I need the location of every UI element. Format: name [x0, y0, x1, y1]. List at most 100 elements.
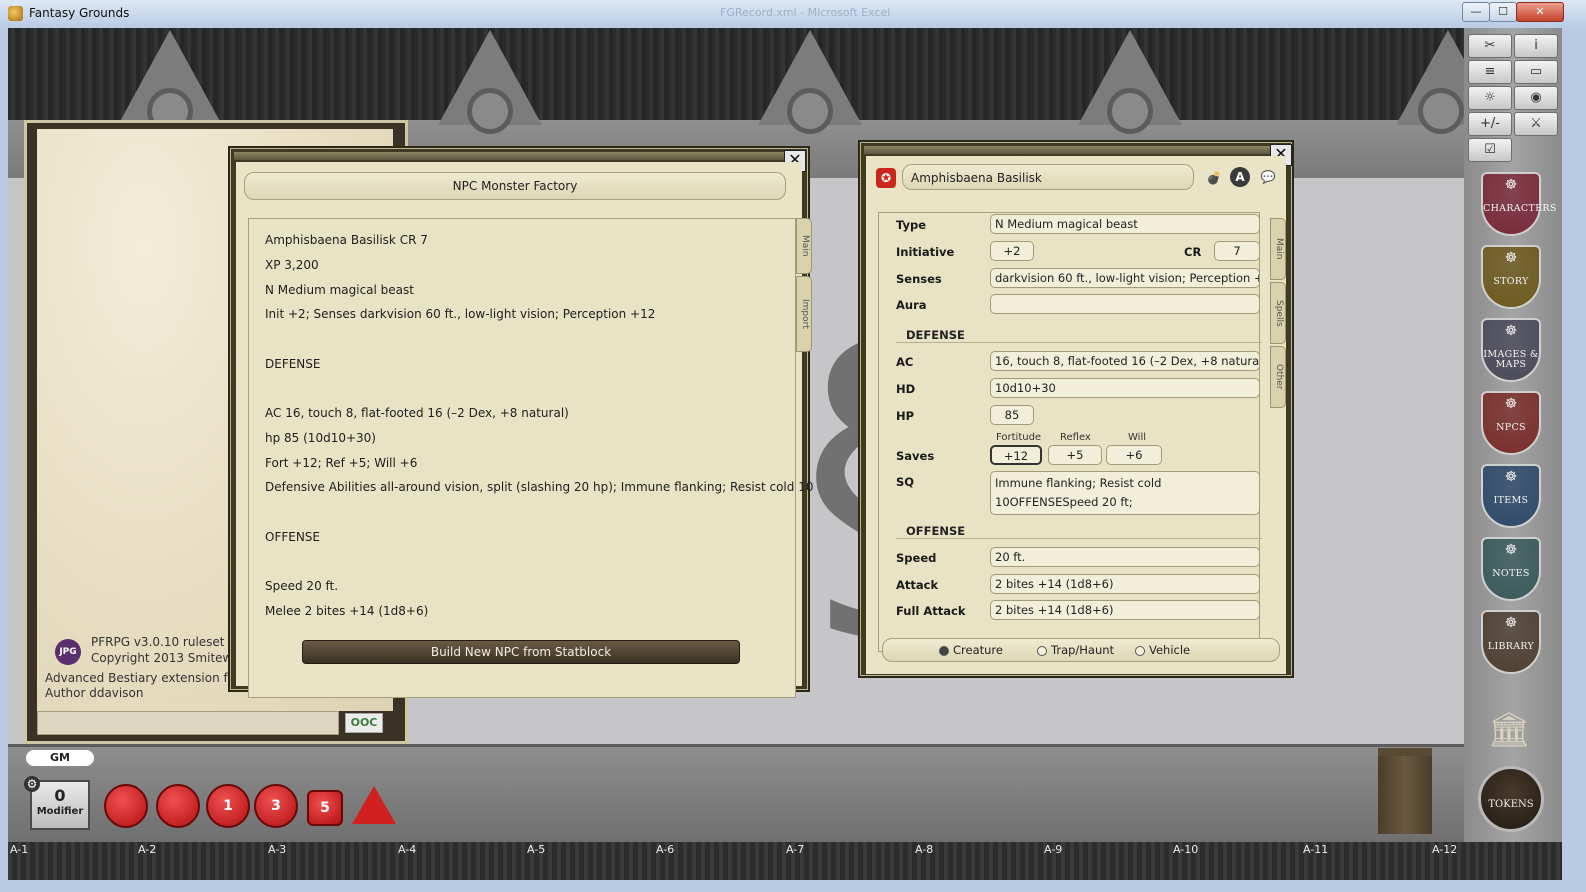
minimize-button[interactable]: —: [1462, 2, 1490, 22]
hotkey-label[interactable]: A-5: [527, 843, 545, 856]
statblock-line: Init +2; Senses darkvision 60 ft., low-l…: [265, 307, 656, 321]
sun-emblem-icon: [787, 88, 833, 134]
checklist-button[interactable]: ☑: [1468, 138, 1512, 162]
statblock-line: Fort +12; Ref +5; Will +6: [265, 456, 418, 470]
build-npc-button[interactable]: Build New NPC from Statblock: [302, 640, 740, 664]
notes-button[interactable]: Notes: [1481, 537, 1541, 601]
gear-icon[interactable]: ⚙: [24, 776, 40, 792]
will-label: Will: [1128, 432, 1147, 443]
tab-main[interactable]: Main: [1270, 218, 1286, 280]
chat-message: Advanced Bestiary extension for F: [45, 671, 251, 685]
window-drag-bar[interactable]: [234, 152, 804, 160]
window-frame-left: [0, 28, 8, 892]
chat-input[interactable]: [37, 711, 339, 735]
window-title: Fantasy Grounds: [29, 6, 130, 20]
hd-field[interactable]: 10d10+30: [990, 378, 1260, 398]
top-stone-border: [8, 28, 1464, 128]
will-field[interactable]: +6: [1106, 445, 1162, 465]
fortitude-field[interactable]: +12: [990, 445, 1042, 465]
d10-die-icon[interactable]: 1: [206, 784, 250, 828]
fortitude-label: Fortitude: [996, 432, 1042, 443]
d8-die-icon[interactable]: 3: [254, 784, 298, 828]
npc-token-icon[interactable]: ✪: [876, 168, 896, 188]
hotkey-label[interactable]: A-11: [1303, 843, 1328, 856]
cr-field[interactable]: 7: [1214, 241, 1260, 261]
window-drag-bar[interactable]: [864, 146, 1288, 154]
radio-label: Vehicle: [1149, 643, 1191, 657]
statblock-line: OFFENSE: [265, 530, 321, 544]
npc-record-window[interactable]: ✕ ✪ Amphisbaena Basilisk 💣 A 💬 Main Spel…: [858, 140, 1294, 678]
statblock-text-area[interactable]: Amphisbaena Basilisk CR 7 XP 3,200 N Med…: [248, 218, 813, 698]
gm-identity-label[interactable]: GM: [26, 750, 94, 766]
radio-trap-haunt[interactable]: Trap/Haunt: [1037, 643, 1114, 657]
hp-field[interactable]: 85: [990, 405, 1034, 425]
statblock-line: Defensive Abilities all-around vision, s…: [265, 480, 814, 494]
hotkey-label[interactable]: A-3: [268, 843, 286, 856]
hotkey-label[interactable]: A-2: [138, 843, 156, 856]
ac-field[interactable]: 16, touch 8, flat-footed 16 (–2 Dex, +8 …: [990, 351, 1260, 371]
npc-name-field[interactable]: Amphisbaena Basilisk: [902, 164, 1194, 190]
images-maps-button[interactable]: Images & Maps: [1481, 318, 1541, 382]
npcs-button[interactable]: NPCs: [1481, 391, 1541, 455]
npc-monster-factory-window[interactable]: ✕ NPC Monster Factory Amphisbaena Basili…: [228, 146, 813, 698]
hotkey-bar[interactable]: [8, 842, 1562, 882]
hotkey-label[interactable]: A-7: [786, 843, 804, 856]
full-attack-field[interactable]: 2 bites +14 (1d8+6): [990, 600, 1260, 620]
type-label: Type: [896, 218, 927, 232]
radio-dot-icon: [1037, 645, 1047, 656]
characters-button[interactable]: Characters: [1481, 172, 1556, 236]
hotkey-label[interactable]: A-8: [915, 843, 933, 856]
radio-dot-icon: [939, 645, 949, 656]
combat-tracker-button[interactable]: ⚔: [1514, 112, 1558, 136]
sq-field[interactable]: Immune flanking; Resist cold 10OFFENSESp…: [990, 471, 1260, 515]
close-window-button[interactable]: ✕: [1516, 2, 1564, 22]
aura-field[interactable]: [990, 294, 1260, 314]
ooc-toggle-button[interactable]: OOC: [345, 713, 383, 733]
effects-button[interactable]: ◉: [1514, 86, 1558, 110]
d6-die-icon[interactable]: 5: [307, 790, 343, 826]
lighting-button[interactable]: ☼: [1468, 86, 1512, 110]
sq-label: SQ: [896, 475, 915, 489]
tools-button[interactable]: ✂: [1468, 34, 1512, 58]
temple-icon[interactable]: 🏛: [1482, 708, 1536, 752]
speed-field[interactable]: 20 ft.: [990, 547, 1260, 567]
attack-field[interactable]: 2 bites +14 (1d8+6): [990, 574, 1260, 594]
dice-tower-icon[interactable]: [1378, 748, 1432, 834]
d8-die-label: 3: [271, 798, 281, 814]
reflex-field[interactable]: +5: [1048, 445, 1102, 465]
type-field[interactable]: N Medium magical beast: [990, 214, 1260, 234]
modifier-value: 0: [54, 786, 66, 805]
bomb-icon[interactable]: 💣: [1204, 168, 1224, 188]
list-button[interactable]: ≡: [1468, 60, 1512, 84]
senses-field[interactable]: darkvision 60 ft., low-light vision; Per…: [990, 268, 1260, 288]
initiative-field[interactable]: +2: [990, 241, 1034, 261]
hotkey-label[interactable]: A-10: [1173, 843, 1198, 856]
card-button[interactable]: ▭: [1514, 60, 1558, 84]
speech-bubble-icon[interactable]: 💬: [1258, 167, 1278, 187]
tab-other[interactable]: Other: [1270, 346, 1286, 408]
defense-section-header: DEFENSE: [896, 328, 1262, 343]
tab-spells[interactable]: Spells: [1270, 282, 1286, 344]
d20-die-icon[interactable]: [104, 784, 148, 828]
tab-main[interactable]: Main: [796, 218, 812, 274]
tokens-button[interactable]: Tokens: [1478, 766, 1544, 832]
hotkey-label[interactable]: A-12: [1432, 843, 1457, 856]
story-button[interactable]: Story: [1481, 245, 1541, 309]
tab-import[interactable]: Import: [796, 276, 812, 352]
window-titlebar[interactable]: Fantasy Grounds FGRecord.xml - Microsoft…: [0, 0, 1586, 29]
hotkey-label[interactable]: A-6: [656, 843, 674, 856]
maximize-button[interactable]: ☐: [1489, 2, 1517, 22]
d4-die-icon[interactable]: [352, 786, 396, 824]
library-button[interactable]: Library: [1481, 610, 1541, 674]
id-toggle-icon[interactable]: A: [1230, 167, 1250, 187]
items-button[interactable]: Items: [1481, 464, 1541, 528]
info-button[interactable]: i: [1514, 34, 1558, 58]
hotkey-label[interactable]: A-1: [10, 843, 28, 856]
hotkey-label[interactable]: A-9: [1044, 843, 1062, 856]
factory-title: NPC Monster Factory: [244, 172, 786, 200]
d12-die-icon[interactable]: [156, 784, 200, 828]
modifiers-button[interactable]: +/-: [1468, 112, 1512, 136]
radio-vehicle[interactable]: Vehicle: [1135, 643, 1190, 657]
hotkey-label[interactable]: A-4: [398, 843, 416, 856]
radio-creature[interactable]: Creature: [939, 643, 1003, 657]
